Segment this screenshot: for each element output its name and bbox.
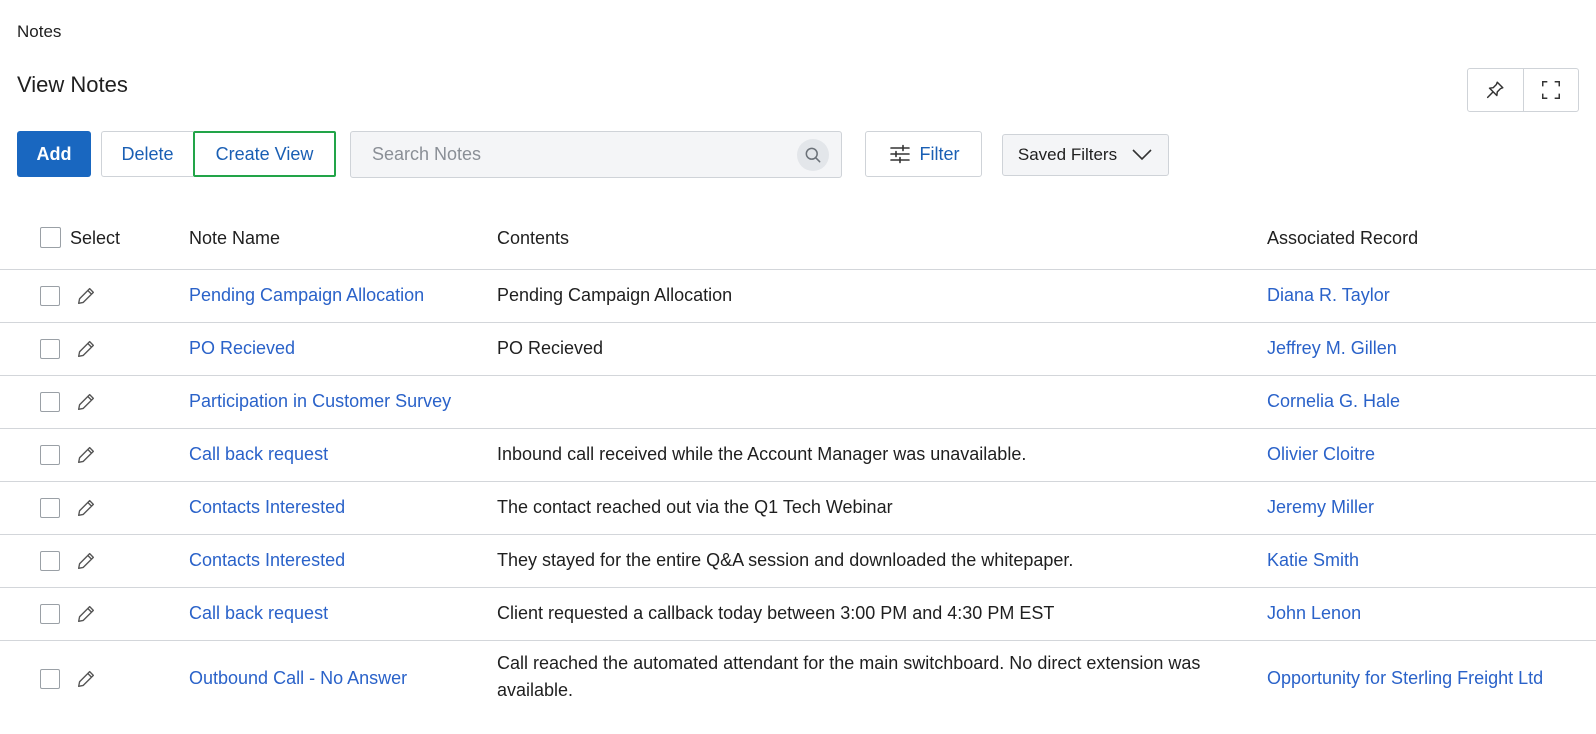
note-name-link[interactable]: Contacts Interested [189, 550, 345, 571]
associated-record-link[interactable]: John Lenon [1267, 603, 1361, 624]
notes-table: Select Note Name Contents Associated Rec… [0, 210, 1596, 711]
column-header-select: Select [70, 228, 121, 248]
table-row: Participation in Customer Survey Corneli… [0, 376, 1596, 429]
note-name-link[interactable]: PO Recieved [189, 338, 295, 359]
associated-record-link[interactable]: Jeremy Miller [1267, 497, 1374, 518]
row-checkbox[interactable] [40, 498, 60, 518]
note-contents: PO Recieved [497, 338, 604, 358]
associated-record-link[interactable]: Katie Smith [1267, 550, 1359, 571]
associated-record-link[interactable]: Cornelia G. Hale [1267, 391, 1400, 412]
create-view-button[interactable]: Create View [193, 131, 336, 177]
pencil-icon[interactable] [75, 668, 97, 690]
pencil-icon[interactable] [75, 603, 97, 625]
filter-button[interactable]: Filter [865, 131, 982, 177]
note-name-link[interactable]: Outbound Call - No Answer [189, 668, 407, 689]
delete-button[interactable]: Delete [101, 131, 193, 177]
column-header-contents[interactable]: Contents [497, 228, 569, 249]
table-header: Select Note Name Contents Associated Rec… [0, 210, 1596, 270]
table-row: Pending Campaign Allocation Pending Camp… [0, 270, 1596, 323]
row-checkbox[interactable] [40, 604, 60, 624]
table-row: Call back request Inbound call received … [0, 429, 1596, 482]
fullscreen-icon [1541, 81, 1560, 99]
pencil-icon[interactable] [75, 497, 97, 519]
view-tools [1467, 68, 1579, 112]
chevron-down-icon [1132, 149, 1152, 161]
saved-filters-dropdown[interactable]: Saved Filters [1002, 134, 1169, 176]
note-contents: The contact reached out via the Q1 Tech … [497, 497, 893, 517]
filter-label: Filter [919, 143, 960, 164]
note-name-link[interactable]: Call back request [189, 444, 328, 465]
search-input[interactable] [351, 143, 797, 166]
note-contents: They stayed for the entire Q&A session a… [497, 550, 1074, 570]
pencil-icon[interactable] [75, 285, 97, 307]
page-title: View Notes [17, 72, 128, 97]
search-box [350, 131, 842, 178]
pencil-icon[interactable] [75, 444, 97, 466]
note-name-link[interactable]: Call back request [189, 603, 328, 624]
pencil-icon[interactable] [75, 338, 97, 360]
table-row: Contacts Interested They stayed for the … [0, 535, 1596, 588]
add-button[interactable]: Add [17, 131, 91, 177]
pin-button[interactable] [1468, 69, 1523, 111]
note-name-link[interactable]: Contacts Interested [189, 497, 345, 518]
row-checkbox[interactable] [40, 286, 60, 306]
note-contents: Pending Campaign Allocation [497, 285, 733, 305]
row-checkbox[interactable] [40, 551, 60, 571]
pencil-icon[interactable] [75, 391, 97, 413]
column-header-note-name[interactable]: Note Name [189, 228, 280, 249]
select-all-checkbox[interactable] [40, 227, 61, 248]
row-checkbox[interactable] [40, 339, 60, 359]
table-row: Contacts Interested The contact reached … [0, 482, 1596, 535]
row-checkbox[interactable] [40, 669, 60, 689]
note-contents: Call reached the automated attendant for… [497, 653, 1201, 700]
saved-filters-label: Saved Filters [1017, 145, 1118, 164]
breadcrumb: Notes [17, 22, 62, 41]
fullscreen-button[interactable] [1522, 69, 1579, 111]
table-row: Call back request Client requested a cal… [0, 588, 1596, 641]
note-contents: Inbound call received while the Account … [497, 444, 1027, 464]
associated-record-link[interactable]: Opportunity for Sterling Freight Ltd [1267, 668, 1543, 689]
row-checkbox[interactable] [40, 392, 60, 412]
search-icon[interactable] [797, 138, 829, 171]
associated-record-link[interactable]: Olivier Cloitre [1267, 444, 1375, 465]
row-checkbox[interactable] [40, 445, 60, 465]
pin-icon [1487, 81, 1504, 99]
table-row: PO Recieved PO Recieved Jeffrey M. Gille… [0, 323, 1596, 376]
associated-record-link[interactable]: Jeffrey M. Gillen [1267, 338, 1397, 359]
filter-sliders-icon [889, 144, 910, 164]
table-row: Outbound Call - No Answer Call reached t… [0, 641, 1596, 711]
column-header-associated-record[interactable]: Associated Record [1267, 228, 1418, 249]
note-contents: Client requested a callback today betwee… [497, 603, 1055, 623]
associated-record-link[interactable]: Diana R. Taylor [1267, 285, 1390, 306]
note-name-link[interactable]: Participation in Customer Survey [189, 391, 451, 412]
note-name-link[interactable]: Pending Campaign Allocation [189, 285, 424, 306]
pencil-icon[interactable] [75, 550, 97, 572]
